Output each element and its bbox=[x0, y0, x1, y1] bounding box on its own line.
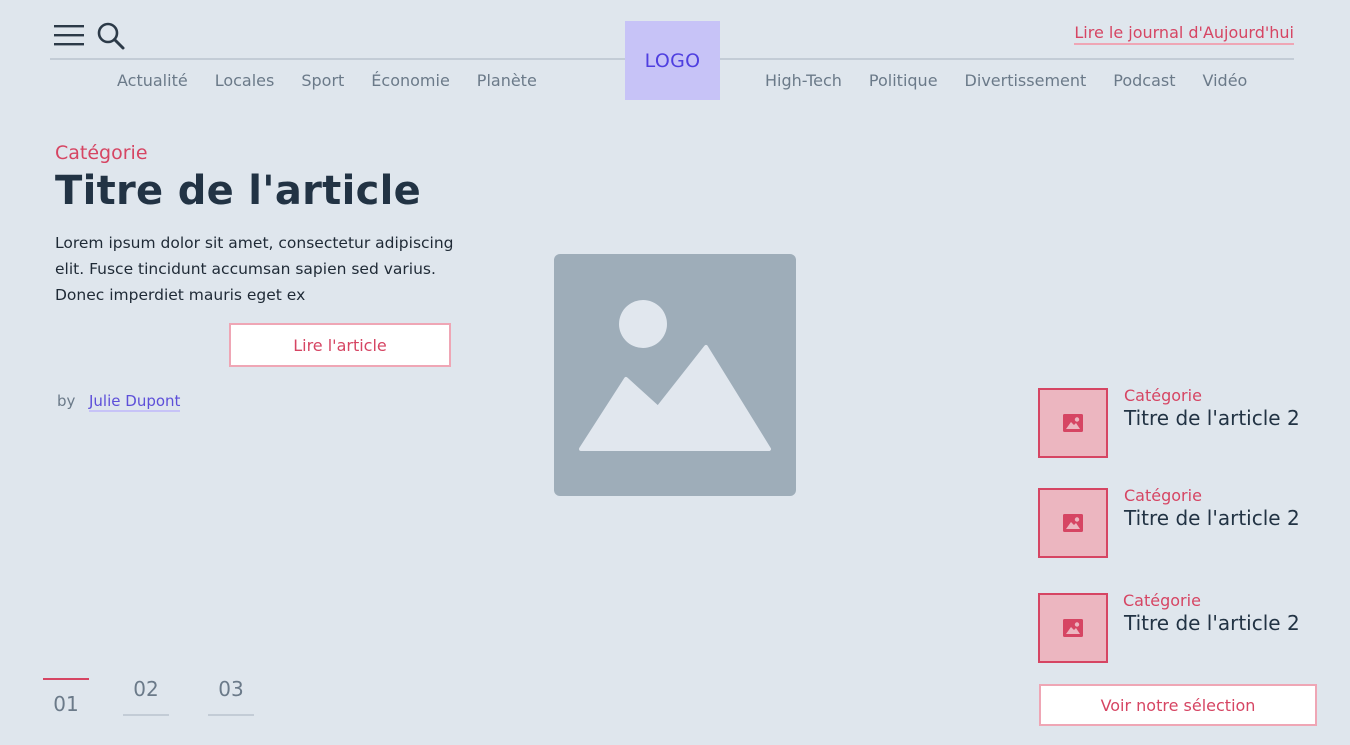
article-category: Catégorie bbox=[55, 142, 148, 164]
nav-item-divertissement[interactable]: Divertissement bbox=[965, 71, 1087, 90]
author-link[interactable]: Julie Dupont bbox=[89, 392, 181, 412]
image-placeholder-icon bbox=[579, 300, 771, 451]
side-article-category: Catégorie bbox=[1123, 591, 1201, 610]
nav-item-high-tech[interactable]: High-Tech bbox=[765, 71, 842, 90]
nav-item-podcast[interactable]: Podcast bbox=[1113, 71, 1175, 90]
image-icon bbox=[1038, 488, 1108, 558]
page-tab-01[interactable]: 01 bbox=[43, 678, 89, 716]
nav-item-economie[interactable]: Économie bbox=[371, 71, 450, 90]
image-icon bbox=[1038, 593, 1108, 663]
nav-item-planete[interactable]: Planète bbox=[477, 71, 537, 90]
nav-item-video[interactable]: Vidéo bbox=[1203, 71, 1248, 90]
side-article-title: Titre de l'article 2 bbox=[1124, 506, 1300, 530]
article-excerpt: Lorem ipsum dolor sit amet, consectetur … bbox=[55, 234, 454, 304]
page-number: 01 bbox=[53, 692, 79, 716]
page-number: 02 bbox=[133, 677, 159, 701]
nav-item-politique[interactable]: Politique bbox=[869, 71, 938, 90]
nav-item-sport[interactable]: Sport bbox=[301, 71, 344, 90]
page-tab-03[interactable]: 03 bbox=[208, 677, 254, 716]
article-title: Titre de l'article bbox=[55, 168, 422, 214]
side-article-item[interactable]: Catégorie Titre de l'article 2 bbox=[1038, 486, 1300, 558]
byline-label: by bbox=[57, 392, 76, 410]
main-nav-right: High-Tech Politique Divertissement Podca… bbox=[765, 71, 1247, 90]
page-tab-02[interactable]: 02 bbox=[123, 677, 169, 716]
nav-item-locales[interactable]: Locales bbox=[215, 71, 275, 90]
main-nav-left: Actualité Locales Sport Économie Planète bbox=[117, 71, 537, 90]
image-icon bbox=[1038, 388, 1108, 458]
side-article-category: Catégorie bbox=[1124, 386, 1202, 405]
side-article-item[interactable]: Catégorie Titre de l'article 2 bbox=[1038, 386, 1300, 458]
read-article-button[interactable]: Lire l'article bbox=[229, 323, 451, 367]
side-article-category: Catégorie bbox=[1124, 486, 1202, 505]
view-selection-button[interactable]: Voir notre sélection bbox=[1039, 684, 1317, 726]
nav-item-actualite[interactable]: Actualité bbox=[117, 71, 188, 90]
hamburger-menu-icon[interactable] bbox=[54, 23, 84, 47]
side-article-title: Titre de l'article 2 bbox=[1124, 611, 1300, 635]
search-icon[interactable] bbox=[96, 21, 126, 51]
side-article-title: Titre de l'article 2 bbox=[1124, 406, 1300, 430]
today-newspaper-link[interactable]: Lire le journal d'Aujourd'hui bbox=[1074, 23, 1294, 45]
side-article-item[interactable]: Catégorie Titre de l'article 2 bbox=[1038, 591, 1300, 663]
logo[interactable]: LOGO bbox=[625, 21, 720, 100]
page-number: 03 bbox=[218, 677, 244, 701]
article-image bbox=[554, 254, 796, 496]
